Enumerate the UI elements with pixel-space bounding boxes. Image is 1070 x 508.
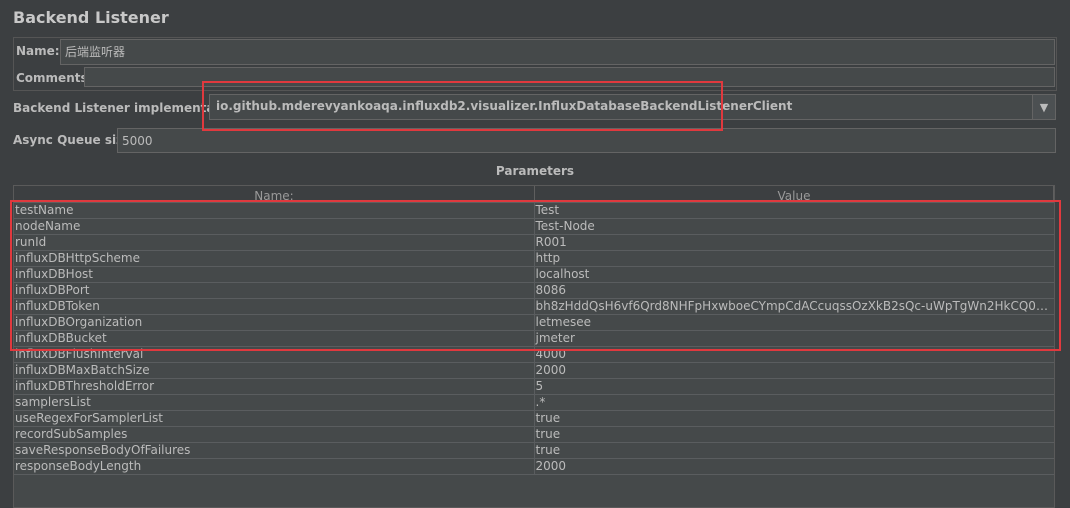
param-name-cell[interactable]: influxDBPort bbox=[14, 283, 535, 298]
table-row[interactable]: saveResponseBodyOfFailures true bbox=[14, 443, 1054, 459]
param-value-cell[interactable]: true bbox=[535, 427, 1055, 442]
async-queue-field[interactable]: 5000 bbox=[117, 128, 1056, 153]
param-value-cell[interactable]: true bbox=[535, 443, 1055, 458]
param-value-cell[interactable]: 5 bbox=[535, 379, 1055, 394]
table-row[interactable]: testName Test bbox=[14, 203, 1054, 219]
param-name-cell[interactable]: influxDBMaxBatchSize bbox=[14, 363, 535, 378]
table-row[interactable]: influxDBToken bh8zHddQsH6vf6Qrd8NHFpHxwbo… bbox=[14, 299, 1054, 315]
table-row[interactable]: samplersList .* bbox=[14, 395, 1054, 411]
implementation-value: io.github.mderevyankoaqa.influxdb2.visua… bbox=[216, 99, 793, 113]
column-header-value[interactable]: Value bbox=[535, 186, 1054, 202]
table-row[interactable]: influxDBPort 8086 bbox=[14, 283, 1054, 299]
parameters-table: Name: Value testName Test nodeName Test-Nod… bbox=[13, 185, 1055, 508]
param-value-cell[interactable]: jmeter bbox=[535, 331, 1055, 346]
panel-title: Backend Listener bbox=[13, 8, 169, 27]
table-row[interactable]: recordSubSamples true bbox=[14, 427, 1054, 443]
param-name-cell[interactable]: influxDBBucket bbox=[14, 331, 535, 346]
table-row[interactable]: influxDBHost localhost bbox=[14, 267, 1054, 283]
param-name-cell[interactable]: influxDBHost bbox=[14, 267, 535, 282]
table-row[interactable]: influxDBOrganization letmesee bbox=[14, 315, 1054, 331]
param-value-cell[interactable]: bh8zHddQsH6vf6Qrd8NHFpHxwboeCYmpCdACcuqs… bbox=[535, 299, 1055, 314]
param-value-cell[interactable]: R001 bbox=[535, 235, 1055, 250]
comments-label: Comments: bbox=[16, 71, 93, 85]
chevron-down-icon[interactable]: ▼ bbox=[1032, 95, 1055, 119]
table-row[interactable]: runId R001 bbox=[14, 235, 1054, 251]
param-name-cell[interactable]: useRegexForSamplerList bbox=[14, 411, 535, 426]
table-row[interactable]: influxDBThresholdError 5 bbox=[14, 379, 1054, 395]
param-value-cell[interactable]: http bbox=[535, 251, 1055, 266]
param-value-cell[interactable]: 4000 bbox=[535, 347, 1055, 362]
parameters-title: Parameters bbox=[495, 164, 575, 178]
param-name-cell[interactable]: responseBodyLength bbox=[14, 459, 535, 474]
name-label: Name: bbox=[16, 44, 60, 58]
param-name-cell[interactable]: samplersList bbox=[14, 395, 535, 410]
param-name-cell[interactable]: recordSubSamples bbox=[14, 427, 535, 442]
table-row[interactable]: influxDBHttpScheme http bbox=[14, 251, 1054, 267]
param-name-cell[interactable]: influxDBThresholdError bbox=[14, 379, 535, 394]
table-row[interactable]: influxDBBucket jmeter bbox=[14, 331, 1054, 347]
comments-field[interactable] bbox=[84, 67, 1055, 87]
table-header: Name: Value bbox=[14, 186, 1054, 203]
table-row[interactable]: influxDBFlushInterval 4000 bbox=[14, 347, 1054, 363]
param-name-cell[interactable]: influxDBOrganization bbox=[14, 315, 535, 330]
table-row[interactable]: responseBodyLength 2000 bbox=[14, 459, 1054, 475]
table-row[interactable]: influxDBMaxBatchSize 2000 bbox=[14, 363, 1054, 379]
table-body: testName Test nodeName Test-Node runId R001 in… bbox=[14, 203, 1054, 475]
param-value-cell[interactable]: true bbox=[535, 411, 1055, 426]
param-value-cell[interactable]: 2000 bbox=[535, 363, 1055, 378]
table-row[interactable]: nodeName Test-Node bbox=[14, 219, 1054, 235]
column-header-name[interactable]: Name: bbox=[14, 186, 535, 202]
param-value-cell[interactable]: .* bbox=[535, 395, 1055, 410]
name-field[interactable]: 后端监听器 bbox=[60, 39, 1055, 65]
param-name-cell[interactable]: runId bbox=[14, 235, 535, 250]
param-name-cell[interactable]: testName bbox=[14, 203, 535, 218]
param-value-cell[interactable]: 8086 bbox=[535, 283, 1055, 298]
param-value-cell[interactable]: 2000 bbox=[535, 459, 1055, 474]
implementation-label: Backend Listener implementation bbox=[13, 101, 242, 115]
table-row[interactable]: useRegexForSamplerList true bbox=[14, 411, 1054, 427]
param-value-cell[interactable]: localhost bbox=[535, 267, 1055, 282]
async-queue-label: Async Queue size bbox=[13, 133, 132, 147]
param-name-cell[interactable]: saveResponseBodyOfFailures bbox=[14, 443, 535, 458]
param-value-cell[interactable]: Test bbox=[535, 203, 1055, 218]
param-name-cell[interactable]: influxDBToken bbox=[14, 299, 535, 314]
param-value-cell[interactable]: letmesee bbox=[535, 315, 1055, 330]
param-value-cell[interactable]: Test-Node bbox=[535, 219, 1055, 234]
param-name-cell[interactable]: nodeName bbox=[14, 219, 535, 234]
param-name-cell[interactable]: influxDBFlushInterval bbox=[14, 347, 535, 362]
implementation-combo[interactable]: io.github.mderevyankoaqa.influxdb2.visua… bbox=[209, 94, 1056, 120]
param-name-cell[interactable]: influxDBHttpScheme bbox=[14, 251, 535, 266]
